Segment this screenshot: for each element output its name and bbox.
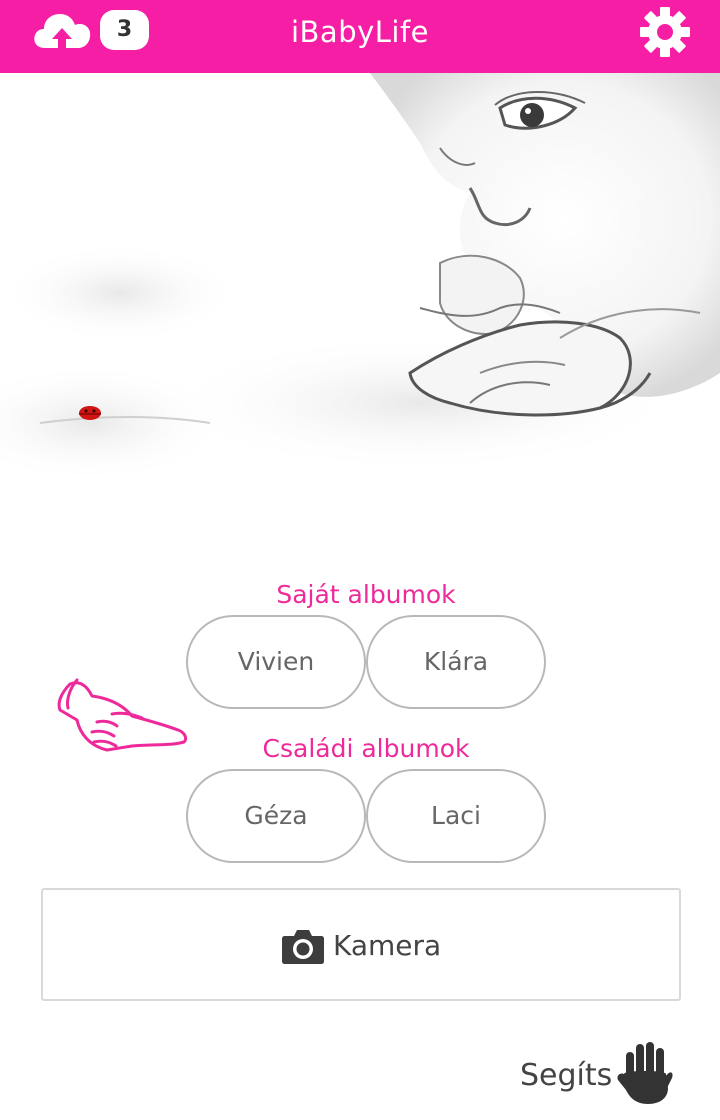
help-button[interactable]: Segíts [516,1040,676,1110]
camera-button-label: Kamera [333,929,442,962]
waving-hand-icon [617,1042,673,1104]
hero-illustration [0,73,720,513]
gear-icon [640,7,690,57]
own-albums-title: Saját albumok [276,580,456,609]
camera-button[interactable]: Kamera [41,888,681,1001]
album-button-vivien[interactable]: Vivien [186,615,366,709]
app-title: iBabyLife [290,15,430,49]
app-header: 3 iBabyLife [0,0,720,73]
album-button-laci[interactable]: Laci [366,769,546,863]
camera-button-content: Kamera [281,926,441,966]
family-albums-title: Családi albumok [262,734,470,763]
album-button-klara[interactable]: Klára [366,615,546,709]
baby-sketch-image [0,73,720,513]
album-button-geza[interactable]: Géza [186,769,366,863]
camera-icon [282,930,324,964]
settings-button[interactable] [638,5,692,59]
help-label: Segíts [520,1058,613,1093]
